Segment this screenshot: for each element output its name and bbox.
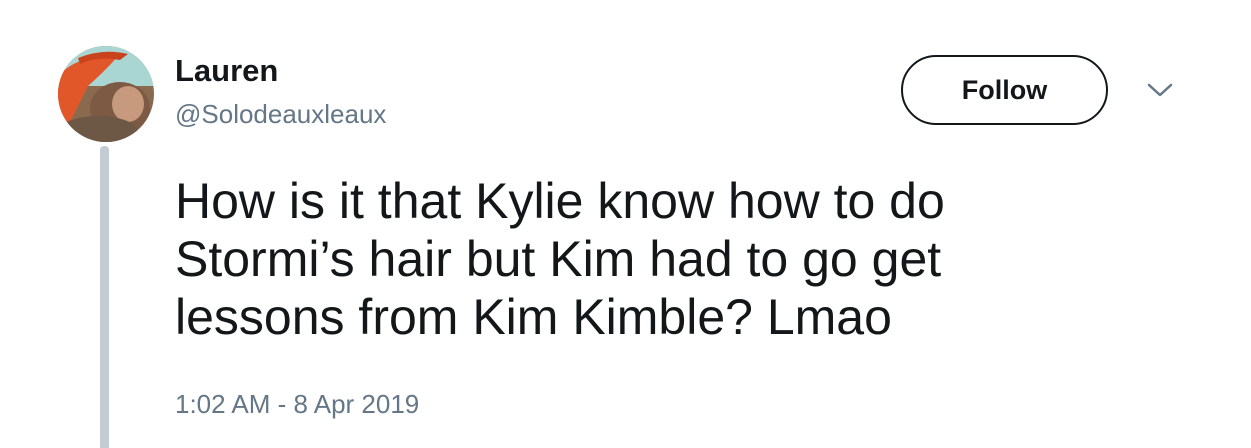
follow-button-label: Follow xyxy=(961,74,1048,105)
avatar-image xyxy=(58,46,154,142)
tweet-timestamp[interactable]: 1:02 AM - 8 Apr 2019 xyxy=(175,387,419,421)
tweet-card: Lauren @Solodeauxleaux Follow How is it … xyxy=(0,0,1251,448)
display-name[interactable]: Lauren xyxy=(175,52,278,90)
thread-line xyxy=(100,146,109,448)
chevron-down-icon[interactable] xyxy=(1146,80,1174,100)
avatar[interactable] xyxy=(58,46,154,142)
tweet-text: How is it that Kylie know how to do Stor… xyxy=(175,173,945,345)
follow-button[interactable]: Follow xyxy=(901,55,1108,125)
user-handle[interactable]: @Solodeauxleaux xyxy=(175,97,386,131)
